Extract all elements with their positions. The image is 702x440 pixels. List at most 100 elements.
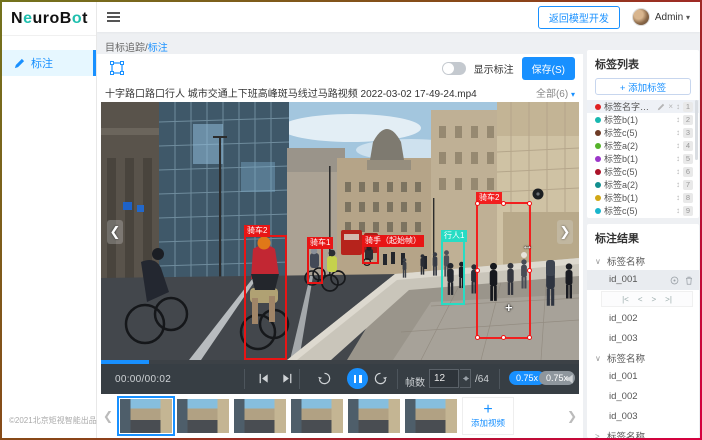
sort-tag-icon[interactable]: ↕ bbox=[676, 193, 680, 202]
video-thumbnail[interactable] bbox=[348, 399, 400, 433]
result-group-header[interactable]: ∨标签名称 bbox=[587, 252, 699, 270]
video-thumbnail[interactable] bbox=[291, 399, 343, 433]
sort-tag-icon[interactable]: ↕ bbox=[676, 115, 680, 124]
video-canvas[interactable]: 骑车2骑车1骑手（起始帧）行人1骑车2 ❮ ❯ + ↔ bbox=[101, 102, 579, 360]
rect-select-tool-icon[interactable] bbox=[109, 60, 125, 76]
breadcrumb-parent[interactable]: 目标追踪 bbox=[105, 43, 145, 54]
annotation-result-panel: 标注结果 ∨标签名称id_001|<<>>|id_002id_003∨标签名称i… bbox=[587, 224, 699, 438]
sort-tag-icon[interactable]: ↕ bbox=[676, 154, 680, 163]
tag-list-title: 标签列表 bbox=[587, 56, 699, 78]
pager-first[interactable]: |< bbox=[622, 295, 629, 304]
video-thumbnail[interactable] bbox=[177, 399, 229, 433]
show-annotation-label: 显示标注 bbox=[474, 61, 514, 76]
video-thumbnail[interactable] bbox=[234, 399, 286, 433]
rewind-icon[interactable] bbox=[317, 371, 332, 386]
prev-video-arrow[interactable]: ❮ bbox=[107, 220, 123, 244]
track-icon[interactable] bbox=[670, 276, 679, 285]
pager-last[interactable]: >| bbox=[665, 295, 672, 304]
avatar[interactable] bbox=[632, 8, 650, 26]
result-item-label: id_001 bbox=[609, 270, 638, 290]
sidebar-item-annotate[interactable]: 标注 bbox=[2, 50, 96, 76]
thumbnail-list bbox=[120, 399, 457, 433]
resize-handle-e[interactable] bbox=[527, 268, 532, 273]
tag-name: 标签a(2) bbox=[604, 139, 673, 152]
result-item[interactable]: id_001 bbox=[587, 367, 699, 387]
resize-handle-sw[interactable] bbox=[475, 335, 480, 340]
result-item[interactable]: id_002 bbox=[587, 387, 699, 407]
forward-icon[interactable] bbox=[373, 371, 388, 386]
result-item[interactable]: id_003 bbox=[587, 407, 699, 427]
tag-shortcut-badge: 3 bbox=[683, 128, 693, 138]
pen-icon bbox=[14, 58, 25, 69]
bounding-box[interactable]: 骑车1 bbox=[307, 247, 323, 284]
resize-handle-ne[interactable] bbox=[527, 201, 532, 206]
pause-button[interactable] bbox=[347, 368, 368, 389]
tag-row[interactable]: 标签a(2)↕7 bbox=[587, 178, 699, 191]
collapse-sidebar-icon[interactable] bbox=[107, 10, 120, 24]
pager-next[interactable]: > bbox=[652, 295, 657, 304]
tag-row[interactable]: 标签b(1)↕5 bbox=[587, 152, 699, 165]
tag-row[interactable]: 标签a(2)↕4 bbox=[587, 139, 699, 152]
save-button[interactable]: 保存(S) bbox=[522, 57, 575, 80]
tag-name: 标签a(2) bbox=[604, 178, 673, 191]
filter-dropdown[interactable]: 全部(6) ▾ bbox=[536, 85, 575, 100]
filmstrip-prev-icon[interactable]: ❮ bbox=[101, 409, 115, 423]
add-video-button[interactable]: + 添加视频 bbox=[462, 397, 514, 435]
frame-number-input[interactable] bbox=[429, 369, 459, 388]
tag-row[interactable]: 标签b(1)↕2 bbox=[587, 113, 699, 126]
sort-tag-icon[interactable]: ↕ bbox=[676, 102, 680, 111]
result-group-header[interactable]: >标签名称 bbox=[587, 427, 699, 440]
breadcrumb-current: 标注 bbox=[148, 43, 168, 54]
tag-row[interactable]: 标签c(5)↕9 bbox=[587, 204, 699, 217]
sort-tag-icon[interactable]: ↕ bbox=[676, 141, 680, 150]
annotation-workspace: 显示标注 保存(S) 十字路口路口行人 城市交通上下班高峰斑马线过马路视频 20… bbox=[97, 54, 583, 438]
user-menu[interactable]: Admin ▾ bbox=[655, 12, 690, 23]
annotation-overlay[interactable]: 骑车2 骑车1 骑手（起始帧） 行人1 骑车2 bbox=[101, 102, 579, 360]
sort-tag-icon[interactable]: ↕ bbox=[676, 180, 680, 189]
result-item[interactable]: id_003 bbox=[587, 329, 699, 349]
result-item[interactable]: id_002 bbox=[587, 309, 699, 329]
resize-handle-n[interactable] bbox=[501, 201, 506, 206]
top-header: 返回模型开发 Admin ▾ bbox=[97, 2, 700, 32]
tag-row[interactable]: 标签名字最长数...×↕1 bbox=[587, 100, 699, 113]
edit-tag-icon[interactable] bbox=[657, 103, 665, 111]
video-title-row: 十字路口路口行人 城市交通上下班高峰斑马线过马路视频 2022-03-02 17… bbox=[97, 82, 583, 102]
result-item[interactable]: id_001 bbox=[587, 270, 699, 290]
sort-tag-icon[interactable]: ↕ bbox=[676, 167, 680, 176]
resize-handle-s[interactable] bbox=[501, 335, 506, 340]
bounding-box-selected[interactable]: 骑车2 bbox=[476, 202, 531, 339]
sort-tag-icon[interactable]: ↕ bbox=[676, 128, 680, 137]
delete-icon[interactable] bbox=[685, 276, 693, 285]
resize-handle-w[interactable] bbox=[475, 268, 480, 273]
result-group-header[interactable]: ∨标签名称 bbox=[587, 349, 699, 367]
video-thumbnail[interactable] bbox=[120, 399, 172, 433]
tag-shortcut-badge: 8 bbox=[683, 193, 693, 203]
show-annotation-toggle[interactable] bbox=[442, 62, 466, 75]
back-to-model-dev-button[interactable]: 返回模型开发 bbox=[538, 6, 620, 29]
bounding-box-label: 骑车2 bbox=[244, 225, 270, 237]
bounding-box[interactable]: 骑手（起始帧） bbox=[362, 245, 379, 264]
bounding-box[interactable]: 行人1 bbox=[441, 240, 465, 305]
filmstrip: ❮ + 添加视频 ❯ bbox=[101, 396, 579, 436]
resize-handle-nw[interactable] bbox=[475, 201, 480, 206]
add-tag-button[interactable]: + 添加标签 bbox=[595, 78, 691, 95]
sidebar: NeuroBot 标注 ©2021北京矩视智能出品 bbox=[2, 2, 97, 438]
tag-row[interactable]: 标签c(5)↕6 bbox=[587, 165, 699, 178]
scrollbar[interactable] bbox=[695, 100, 698, 160]
annotation-toolbar: 显示标注 保存(S) bbox=[97, 54, 583, 82]
filmstrip-next-icon[interactable]: ❯ bbox=[565, 409, 579, 423]
delete-tag-icon[interactable]: × bbox=[668, 102, 673, 111]
prev-frame-icon[interactable] bbox=[257, 372, 270, 385]
next-video-arrow[interactable]: ❯ bbox=[557, 220, 573, 244]
sort-tag-icon[interactable]: ↕ bbox=[676, 206, 680, 215]
next-frame-icon[interactable] bbox=[281, 372, 294, 385]
tag-row[interactable]: 标签b(1)↕8 bbox=[587, 191, 699, 204]
copyright-text: ©2021北京矩视智能出品 bbox=[9, 415, 97, 426]
tag-row[interactable]: 标签c(5)↕3 bbox=[587, 126, 699, 139]
bounding-box[interactable]: 骑车2 bbox=[244, 235, 287, 360]
pager-prev[interactable]: < bbox=[638, 295, 643, 304]
resize-handle-se[interactable] bbox=[527, 335, 532, 340]
frame-stepper[interactable] bbox=[460, 369, 471, 388]
video-thumbnail[interactable] bbox=[405, 399, 457, 433]
volume-icon[interactable] bbox=[565, 373, 577, 385]
